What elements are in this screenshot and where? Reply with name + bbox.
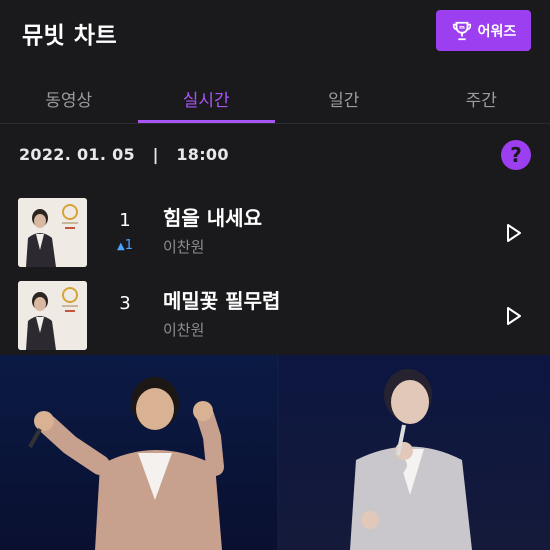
rank-up-arrow-icon: ▲ <box>117 241 125 252</box>
song-title: 메밀꽃 필무렵 <box>163 289 281 313</box>
concert-photo-banner[interactable] <box>0 355 550 550</box>
tab-daily[interactable]: 일간 <box>275 78 413 123</box>
tab-realtime[interactable]: 실시간 <box>137 78 276 123</box>
rank-number: 3 <box>119 293 131 314</box>
header: 뮤빗 차트 m 어워즈 <box>0 0 550 62</box>
tab-weekly[interactable]: 주간 <box>413 78 550 123</box>
artist-name: 이찬원 <box>163 321 205 339</box>
trophy-icon: m <box>452 21 471 40</box>
page-title: 뮤빗 차트 <box>22 23 118 49</box>
list-item[interactable]: 1 ▲1 힘을 내세요 이찬원 <box>0 198 550 270</box>
rank-change-value: 1 <box>124 238 133 253</box>
play-icon[interactable] <box>500 220 526 246</box>
album-thumbnail <box>18 281 87 350</box>
chart-datetime: 2022. 01. 05 | 18:00 <box>19 145 229 164</box>
awards-button[interactable]: m 어워즈 <box>436 10 531 51</box>
tab-video[interactable]: 동영상 <box>0 78 138 123</box>
rank-change: ▲1 <box>110 238 140 253</box>
svg-text:m: m <box>459 25 465 31</box>
chart-tabs: 동영상 실시간 일간 주간 <box>0 78 550 124</box>
artist-name: 이찬원 <box>163 238 205 256</box>
rank-number: 1 <box>119 210 131 231</box>
list-item[interactable]: 3 메밀꽃 필무렵 이찬원 <box>0 281 550 353</box>
help-icon[interactable]: ? <box>501 140 531 170</box>
song-title: 힘을 내세요 <box>163 206 262 230</box>
album-thumbnail <box>18 198 87 267</box>
play-icon[interactable] <box>500 303 526 329</box>
awards-label: 어워즈 <box>477 23 517 40</box>
